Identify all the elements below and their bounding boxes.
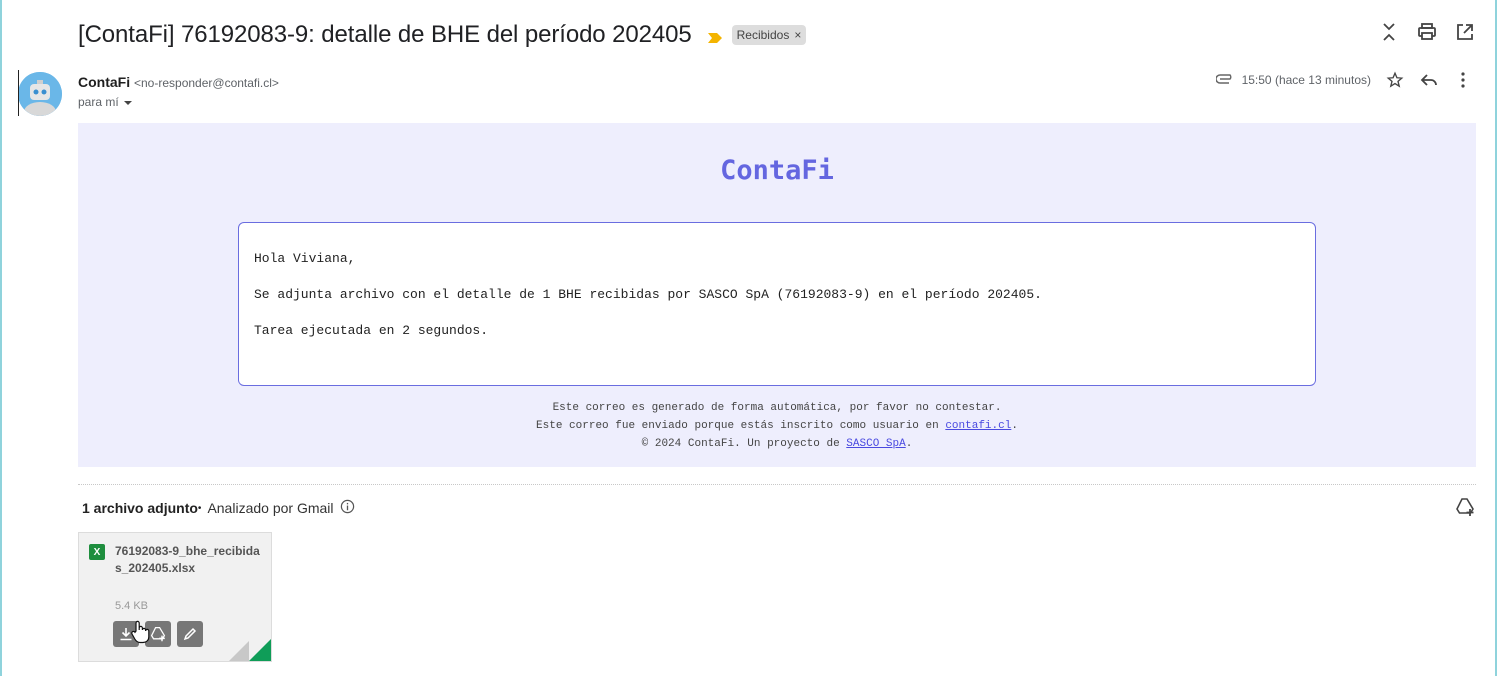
thread-actions <box>1379 22 1475 42</box>
show-details-icon[interactable] <box>123 95 133 109</box>
attachment-filename: 76192083-9_bhe_recibidas_202405.xlsx <box>115 544 260 575</box>
email-body: ContaFi Hola Viviana, Se adjunta archivo… <box>78 123 1476 467</box>
message-meta: 15:50 (hace 13 minutos) <box>1214 70 1473 90</box>
timestamp-text: 15:50 (hace 13 minutos) <box>1241 73 1371 87</box>
remove-label-icon[interactable]: × <box>794 28 801 42</box>
attachments-divider <box>78 484 1476 485</box>
window-left-border <box>0 0 2 676</box>
brand-title: ContaFi <box>720 155 834 186</box>
greeting: Hola Viviana, <box>254 251 356 266</box>
attachment-card[interactable]: X 76192083-9_bhe_recibidas_202405.xlsx 5… <box>78 532 272 662</box>
info-icon[interactable] <box>340 499 355 517</box>
star-icon[interactable] <box>1385 70 1405 90</box>
open-in-new-window-icon[interactable] <box>1455 22 1475 42</box>
attachments-header: 1 archivo adjunto • Analizado por Gmail <box>82 499 355 517</box>
more-options-icon[interactable] <box>1453 70 1473 90</box>
excel-file-icon: X <box>89 544 105 560</box>
attachment-actions <box>113 621 203 647</box>
label-chip-text: Recibidos <box>736 28 790 42</box>
sheets-corner-icon <box>229 639 271 661</box>
message-line-1: Se adjunta archivo con el detalle de 1 B… <box>254 287 1042 302</box>
attachment-size: 5.4 KB <box>115 600 149 612</box>
save-all-to-drive-icon[interactable] <box>1455 497 1475 517</box>
subject-row: [ContaFi] 76192083-9: detalle de BHE del… <box>78 18 807 52</box>
importance-marker-icon[interactable] <box>707 30 722 43</box>
footer-line-2-end: . <box>1011 420 1018 432</box>
reply-icon[interactable] <box>1419 70 1439 90</box>
sender-line: ContaFi <no-responder@contafi.cl> <box>78 74 279 90</box>
print-icon[interactable] <box>1417 22 1437 42</box>
sender-avatar[interactable] <box>18 72 62 116</box>
recipient-label: para mí <box>78 95 119 109</box>
email-footer: Este correo es generado de forma automát… <box>78 399 1476 453</box>
attachment-clip-icon <box>1214 73 1234 87</box>
hand-cursor-icon <box>130 620 152 649</box>
text-cursor <box>18 70 19 116</box>
footer-line-2: Este correo fue enviado porque estás ins… <box>78 417 1476 435</box>
footer-line-3-text: © 2024 ContaFi. Un proyecto de <box>641 438 847 450</box>
attachments-separator: • <box>197 502 202 514</box>
footer-line-2-text: Este correo fue enviado porque estás ins… <box>536 420 946 432</box>
label-chip-inbox[interactable]: Recibidos × <box>731 25 807 45</box>
contafi-link[interactable]: contafi.cl <box>945 420 1011 432</box>
attachment-count: 1 archivo adjunto <box>82 500 198 516</box>
timestamp: 15:50 (hace 13 minutos) <box>1214 73 1371 87</box>
footer-line-3-end: . <box>905 438 913 450</box>
sender-email: <no-responder@contafi.cl> <box>134 76 279 90</box>
sender-name[interactable]: ContaFi <box>78 74 130 90</box>
collapse-all-icon[interactable] <box>1379 22 1399 42</box>
email-subject: [ContaFi] 76192083-9: detalle de BHE del… <box>78 21 692 48</box>
scanned-by-gmail: Analizado por Gmail <box>207 500 334 516</box>
message-box: Hola Viviana, Se adjunta archivo con el … <box>238 222 1316 386</box>
footer-line-1: Este correo es generado de forma automát… <box>552 402 1002 414</box>
footer-line-3: © 2024 ContaFi. Un proyecto de SASCO SpA… <box>78 435 1476 453</box>
message-line-2: Tarea ejecutada en 2 segundos. <box>254 323 489 338</box>
recipient-line[interactable]: para mí <box>78 95 133 109</box>
edit-with-sheets-button[interactable] <box>177 621 203 647</box>
sasco-link[interactable]: SASCO SpA <box>846 438 905 450</box>
